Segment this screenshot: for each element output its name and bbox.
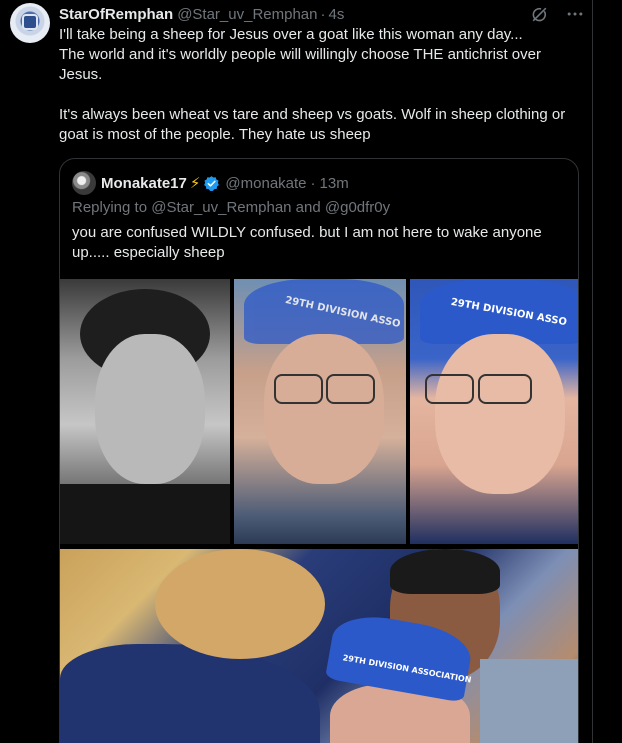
- post-text-line: goat is most of the people. They hate us…: [59, 126, 371, 143]
- quoted-text-line: up..... especially sheep: [72, 244, 225, 261]
- glasses-shape: [478, 374, 532, 404]
- photo-panel-ceremony[interactable]: 29TH DIVISION ASSOCIATION: [60, 549, 578, 743]
- photo-panel-veteran[interactable]: 29TH DIVISION ASSO: [410, 279, 578, 544]
- verified-badge-icon: [203, 175, 220, 192]
- quoted-author-name[interactable]: Monakate17: [101, 175, 187, 192]
- face-shape: [95, 334, 205, 484]
- post-text-line: The world and it's worldly people will w…: [59, 46, 541, 63]
- quoted-timestamp[interactable]: 13m: [320, 175, 349, 192]
- author-avatar[interactable]: [10, 3, 50, 43]
- replying-to: Replying to @Star_uv_Remphan and @g0dfr0…: [72, 199, 391, 216]
- suit-shape: [60, 484, 230, 544]
- hair-shape: [155, 549, 325, 659]
- post-text-line: It's always been wheat vs tare and sheep…: [59, 106, 566, 123]
- uniform-shape: [480, 659, 578, 743]
- column-divider: [592, 0, 593, 743]
- quoted-author-handle[interactable]: @monakate: [225, 175, 306, 192]
- lightning-emoji: ⚡: [189, 175, 201, 192]
- author-name[interactable]: StarOfRemphan: [59, 6, 173, 23]
- grok-icon[interactable]: [527, 2, 551, 26]
- post-text-line: I'll take being a sheep for Jesus over a…: [59, 26, 523, 43]
- photo-panel-aged-blend[interactable]: 29TH DIVISION ASSO: [234, 279, 406, 544]
- face-shape: [264, 334, 384, 484]
- cap-text: 29TH DIVISION ASSOCIATION: [342, 653, 473, 685]
- hair-shape: [390, 549, 500, 594]
- post-text-line: Jesus.: [59, 66, 103, 83]
- cap-text: 29TH DIVISION ASSO: [449, 296, 568, 329]
- quoted-header-separator: ·: [310, 174, 316, 192]
- glasses-shape: [326, 374, 375, 404]
- post-timestamp[interactable]: 4s: [329, 6, 345, 23]
- post-text-spacer: [59, 85, 584, 105]
- author-handle[interactable]: @Star_uv_Remphan: [177, 6, 317, 23]
- quoted-media[interactable]: 29TH DIVISION ASSO 29TH DIVISION ASSO 29…: [60, 279, 578, 743]
- quoted-author-avatar[interactable]: [72, 171, 96, 195]
- header-separator: ·: [320, 5, 326, 23]
- quoted-post[interactable]: Monakate17 ⚡ @monakate · 13m Replying to…: [59, 158, 579, 743]
- photo-panel-young-man[interactable]: [60, 279, 230, 544]
- cap-text: 29TH DIVISION ASSO: [284, 294, 402, 331]
- post-text: I'll take being a sheep for Jesus over a…: [59, 25, 584, 145]
- glasses-shape: [274, 374, 323, 404]
- quoted-text-line: you are confused WILDLY confused. but I …: [72, 224, 542, 241]
- post-header: StarOfRemphan @Star_uv_Remphan · 4s: [59, 4, 344, 24]
- glasses-shape: [425, 374, 474, 404]
- suit-shape: [60, 644, 320, 743]
- post-actions: [527, 2, 587, 26]
- quoted-post-text: you are confused WILDLY confused. but I …: [72, 223, 562, 263]
- timeline-post[interactable]: StarOfRemphan @Star_uv_Remphan · 4s I'll…: [0, 0, 622, 743]
- face-shape: [435, 334, 565, 494]
- more-icon[interactable]: [563, 2, 587, 26]
- quoted-post-header: Monakate17 ⚡ @monakate · 13m: [72, 171, 349, 195]
